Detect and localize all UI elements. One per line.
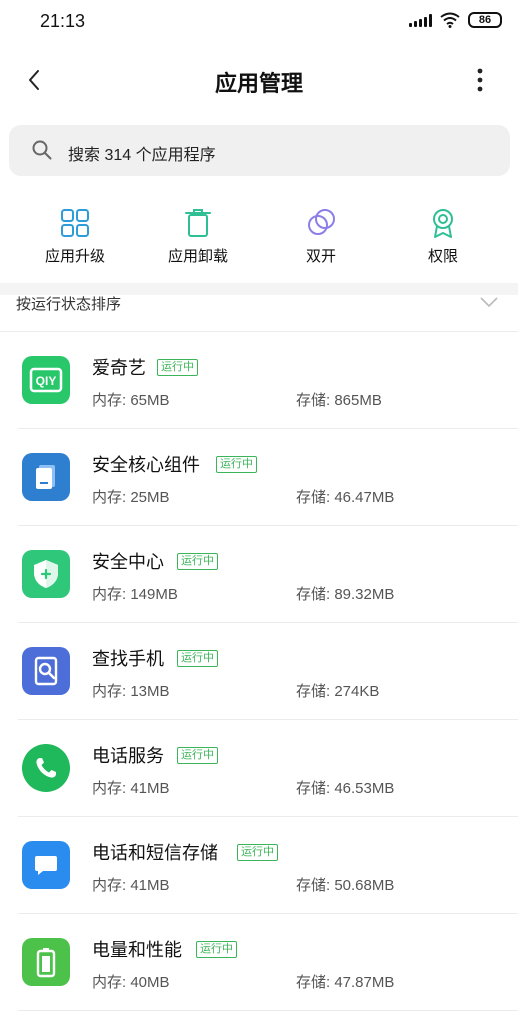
status-badge: 运行中 xyxy=(196,941,237,958)
app-list-item[interactable]: 查找手机 运行中 内存: 13MB 存储: 274KB xyxy=(0,623,518,720)
app-list-item[interactable]: 电量和性能 运行中 内存: 40MB 存储: 47.87MB xyxy=(0,914,518,1011)
storage-usage: 存储: 46.53MB xyxy=(296,780,395,797)
wifi-icon xyxy=(440,12,460,28)
app-name: 安全核心组件 xyxy=(92,455,200,475)
status-bar: 21:13 86 xyxy=(0,0,518,44)
badge-icon xyxy=(433,209,453,238)
action-label: 双开 xyxy=(305,248,336,265)
quick-actions: 应用升级 应用卸载 双开 权限 xyxy=(0,196,518,278)
app-name: 爱奇艺 xyxy=(92,358,146,378)
app-name: 电话服务 xyxy=(92,746,164,766)
action-label: 应用升级 xyxy=(44,248,105,265)
battery-icon: 86 xyxy=(468,12,502,28)
app-list-item[interactable]: 安全中心 运行中 内存: 149MB 存储: 89.32MB xyxy=(0,526,518,623)
security-core-icon xyxy=(22,453,70,501)
more-button[interactable] xyxy=(470,66,490,94)
chevron-down-icon xyxy=(480,297,498,308)
memory-usage: 内存: 41MB xyxy=(92,877,170,894)
iqiyi-icon: QIY xyxy=(22,356,70,404)
sort-label: 按运行状态排序 xyxy=(16,296,122,313)
find-phone-icon xyxy=(22,647,70,695)
app-list-item[interactable]: 安全核心组件 运行中 内存: 25MB 存储: 46.47MB xyxy=(0,429,518,526)
search-placeholder: 搜索 314 个应用程序 xyxy=(68,147,216,164)
storage-usage: 存储: 274KB xyxy=(296,683,380,700)
memory-usage: 内存: 149MB xyxy=(92,586,178,603)
storage-usage: 存储: 47.87MB xyxy=(296,974,395,991)
memory-usage: 内存: 40MB xyxy=(92,974,170,991)
more-vertical-icon xyxy=(477,68,483,92)
permissions-button[interactable]: 权限 xyxy=(383,196,503,278)
storage-usage: 存储: 865MB xyxy=(296,392,382,409)
app-name: 查找手机 xyxy=(92,649,164,669)
page-title: 应用管理 xyxy=(214,71,303,96)
divider xyxy=(18,1010,518,1011)
signal-icon xyxy=(409,13,432,27)
memory-usage: 内存: 65MB xyxy=(92,392,170,409)
shield-icon xyxy=(22,550,70,598)
sort-selector[interactable]: 按运行状态排序 xyxy=(0,290,518,330)
app-list-item[interactable]: QIY 爱奇艺 运行中 内存: 65MB 存储: 865MB xyxy=(0,332,518,429)
app-list-item[interactable]: 电话服务 运行中 内存: 41MB 存储: 46.53MB xyxy=(0,720,518,817)
app-list: QIY 爱奇艺 运行中 内存: 65MB 存储: 865MB 安全核心组件 运行… xyxy=(0,332,518,1011)
status-badge: 运行中 xyxy=(157,359,198,376)
status-badge: 运行中 xyxy=(177,650,218,667)
search-icon xyxy=(32,140,52,160)
app-name: 电量和性能 xyxy=(92,940,182,960)
status-badge: 运行中 xyxy=(177,747,218,764)
status-icons: 86 xyxy=(409,12,502,28)
message-icon xyxy=(22,841,70,889)
storage-usage: 存储: 46.47MB xyxy=(296,489,395,506)
grid-icon xyxy=(61,209,89,237)
memory-usage: 内存: 41MB xyxy=(92,780,170,797)
dual-apps-button[interactable]: 双开 xyxy=(261,196,381,278)
svg-text:QIY: QIY xyxy=(36,374,57,388)
app-list-item[interactable]: 电话和短信存储 运行中 内存: 41MB 存储: 50.68MB xyxy=(0,817,518,914)
memory-usage: 内存: 13MB xyxy=(92,683,170,700)
phone-icon xyxy=(22,744,70,792)
search-input[interactable]: 搜索 314 个应用程序 xyxy=(9,125,510,176)
app-update-button[interactable]: 应用升级 xyxy=(15,196,135,278)
app-name: 电话和短信存储 xyxy=(92,843,218,863)
status-badge: 运行中 xyxy=(237,844,278,861)
status-time: 21:13 xyxy=(40,11,86,31)
trash-icon xyxy=(185,209,211,237)
battery-performance-icon xyxy=(22,938,70,986)
app-name: 安全中心 xyxy=(92,552,164,572)
memory-usage: 内存: 25MB xyxy=(92,489,170,506)
status-badge: 运行中 xyxy=(216,456,257,473)
status-badge: 运行中 xyxy=(177,553,218,570)
storage-usage: 存储: 50.68MB xyxy=(296,877,395,894)
app-uninstall-button[interactable]: 应用卸载 xyxy=(138,196,258,278)
action-label: 权限 xyxy=(427,248,458,265)
storage-usage: 存储: 89.32MB xyxy=(296,586,395,603)
dual-circle-icon xyxy=(308,209,335,235)
header: 应用管理 xyxy=(0,54,518,106)
action-label: 应用卸载 xyxy=(167,248,228,265)
